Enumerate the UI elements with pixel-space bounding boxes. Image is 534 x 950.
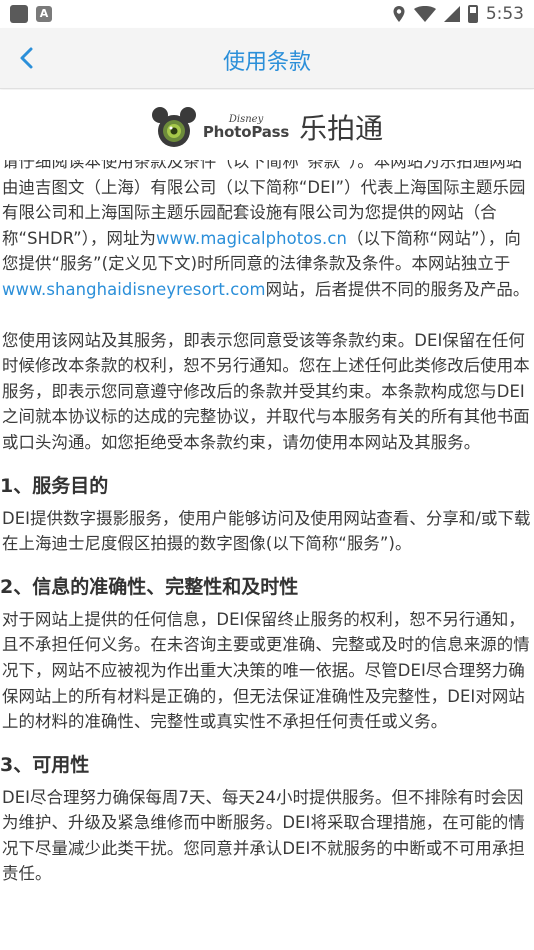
location-icon xyxy=(393,6,405,22)
photopass-logo: Disney PhotoPass 乐拍通 xyxy=(151,106,383,148)
section-heading: 3、可用性 xyxy=(0,753,90,776)
battery-icon xyxy=(467,5,478,23)
terms-content[interactable]: 请仔细阅读本使用条款及条件（以下简称“条款”）。本网站为乐拍通网站 由迪吉图文（… xyxy=(0,160,534,950)
section-heading: 2、信息的准确性、完整性和及时性 xyxy=(0,575,299,598)
section-heading: 1、服务目的 xyxy=(0,474,109,497)
section-text: DEI尽合理努力确保每周7天、每天24小时提供服务。但不排除有时会因为维护、升级… xyxy=(2,787,525,884)
section-text: 对于网站上提供的任何信息，DEI保留终止服务的权利，恕不另行通知，且不承担任何义… xyxy=(2,609,530,732)
page-title: 使用条款 xyxy=(222,50,311,75)
partial-line: 请仔细阅读本使用条款及条件（以下简称“条款”）。本网站为乐拍通网站 xyxy=(2,160,523,171)
status-bar-left: A xyxy=(10,5,52,23)
agreement-paragraph: 您使用该网站及其服务，即表示您同意受该等条款约束。DEI保留在任何时候修改本条款… xyxy=(2,330,530,452)
signal-icon xyxy=(443,6,460,22)
nav-bar: 使用条款 xyxy=(0,28,534,89)
intro-text-3: 网站，后者提供不同的服务及产品。 xyxy=(265,279,530,299)
mickey-camera-icon xyxy=(151,107,196,147)
logo-header: Disney PhotoPass 乐拍通 xyxy=(0,90,534,164)
logo-chinese-name: 乐拍通 xyxy=(299,112,384,145)
terms-scroll-inner: 请仔细阅读本使用条款及条件（以下简称“条款”）。本网站为乐拍通网站 由迪吉图文（… xyxy=(0,160,534,887)
wifi-icon xyxy=(413,6,436,22)
logo-photopass-text: PhotoPass xyxy=(202,122,290,141)
status-bar-right: 5:53 xyxy=(392,4,524,24)
app-notification-icon: A xyxy=(36,6,52,22)
shanghaidisneyresort-link[interactable]: www.shanghaidisneyresort.com xyxy=(2,280,266,299)
section-text: DEI提供数字摄影服务，使用户能够访问及使用网站查看、分享和/或下载在上海迪士尼… xyxy=(2,508,531,554)
status-time: 5:53 xyxy=(485,4,524,24)
intro-paragraph: 由迪吉图文（上海）有限公司（以下简称“DEI”）代表上海国际主题乐园有限公司和上… xyxy=(0,175,534,303)
logo-text: Disney PhotoPass xyxy=(202,114,290,141)
magicalphotos-link[interactable]: www.magicalphotos.cn xyxy=(156,229,347,248)
notification-icon xyxy=(10,5,28,23)
status-bar: A 5:53 xyxy=(0,0,534,28)
